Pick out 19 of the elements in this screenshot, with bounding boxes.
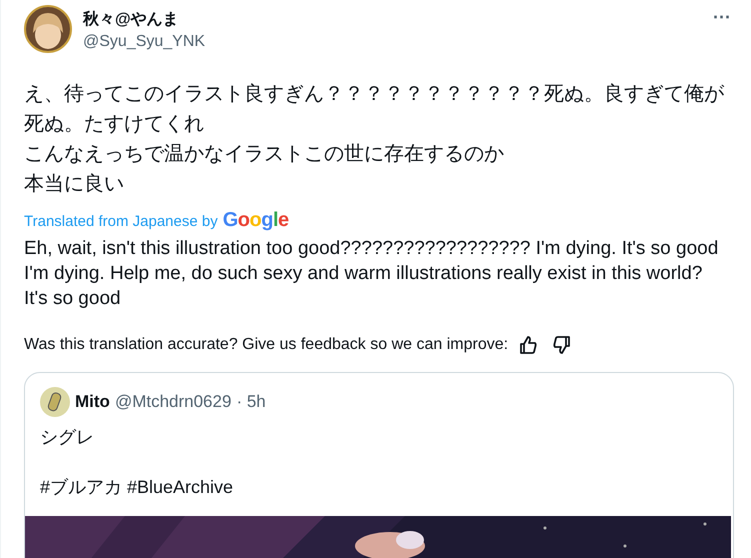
feedback-question: Was this translation accurate? Give us feedback so we can improve: <box>24 336 508 354</box>
post-text: え、待ってこのイラスト良すぎん？？？？？？？？？？？死ぬ。良すぎて俺が死ぬ。たすけてくれ <box>24 82 724 137</box>
post-time[interactable]: · 5h <box>236 392 266 412</box>
translated-text: Eh, wait, isn't this illustration too good?????????????????? I'm dying. It's so good I'm dying. Help me, do such sexy and warm illustrations really exist in this world? It's so good <box>24 237 720 311</box>
thumbs-down-icon[interactable] <box>552 335 572 355</box>
more-button[interactable]: ··· <box>713 7 731 28</box>
post-text: 本当に良い <box>24 172 125 197</box>
avatar-icon[interactable] <box>24 5 72 53</box>
quoted-author-name[interactable]: Mito <box>75 392 110 412</box>
quoted-post[interactable]: Mito @Mtchdrn0629 · 5h シグレ #ブルアカ #BlueArchive <box>24 372 734 558</box>
hashtags[interactable]: #ブルアカ #BlueArchive <box>40 475 718 499</box>
provider-logo: Google <box>222 209 289 232</box>
post-text: こんなえっちで温かなイラストこの世に存在するのか <box>24 142 505 167</box>
quoted-author-handle[interactable]: @Mtchdrn0629 <box>114 392 232 412</box>
quoted-text: シグレ <box>40 426 95 449</box>
author-name[interactable]: 秋々@やんま <box>83 10 702 30</box>
author-handle[interactable]: @Syu_Syu_YNK <box>83 30 702 54</box>
thumbs-up-icon[interactable] <box>518 335 538 355</box>
avatar-icon[interactable] <box>40 387 70 417</box>
